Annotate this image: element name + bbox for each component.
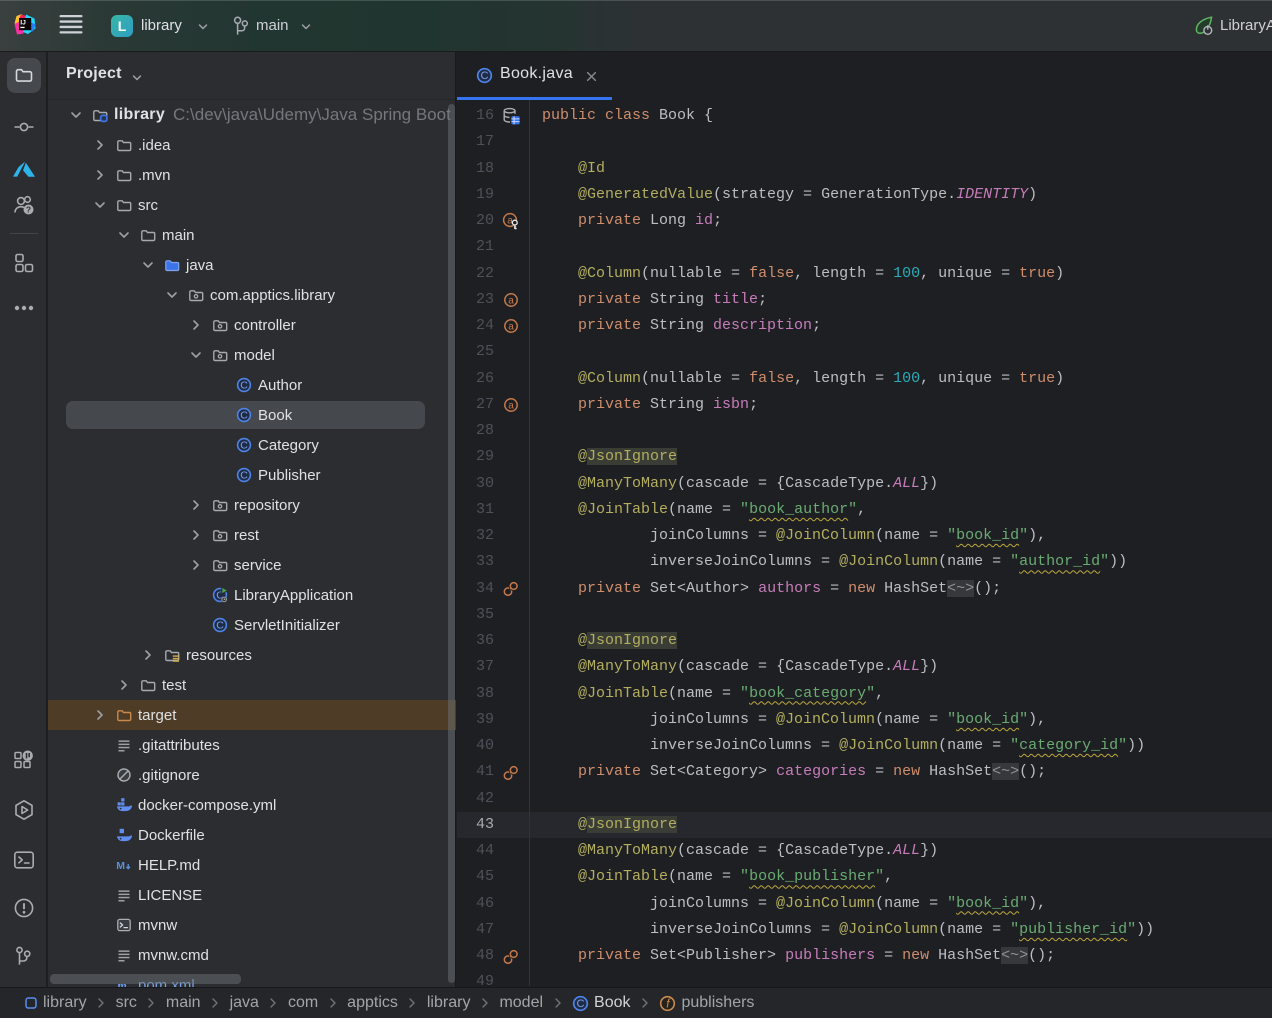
svg-text:C: C: [240, 379, 248, 391]
svg-text:IJ: IJ: [20, 20, 26, 27]
svg-text:C: C: [240, 439, 248, 451]
svg-text:C: C: [216, 619, 224, 631]
svg-text:C: C: [480, 70, 488, 82]
svg-text:?: ?: [26, 205, 31, 215]
svg-text:C: C: [240, 409, 248, 421]
svg-text:M: M: [116, 860, 125, 872]
svg-text:a: a: [508, 400, 514, 411]
svg-text:C: C: [240, 469, 248, 481]
svg-text:a: a: [508, 295, 514, 306]
svg-text:C: C: [576, 998, 584, 1010]
svg-text:a: a: [508, 321, 514, 332]
